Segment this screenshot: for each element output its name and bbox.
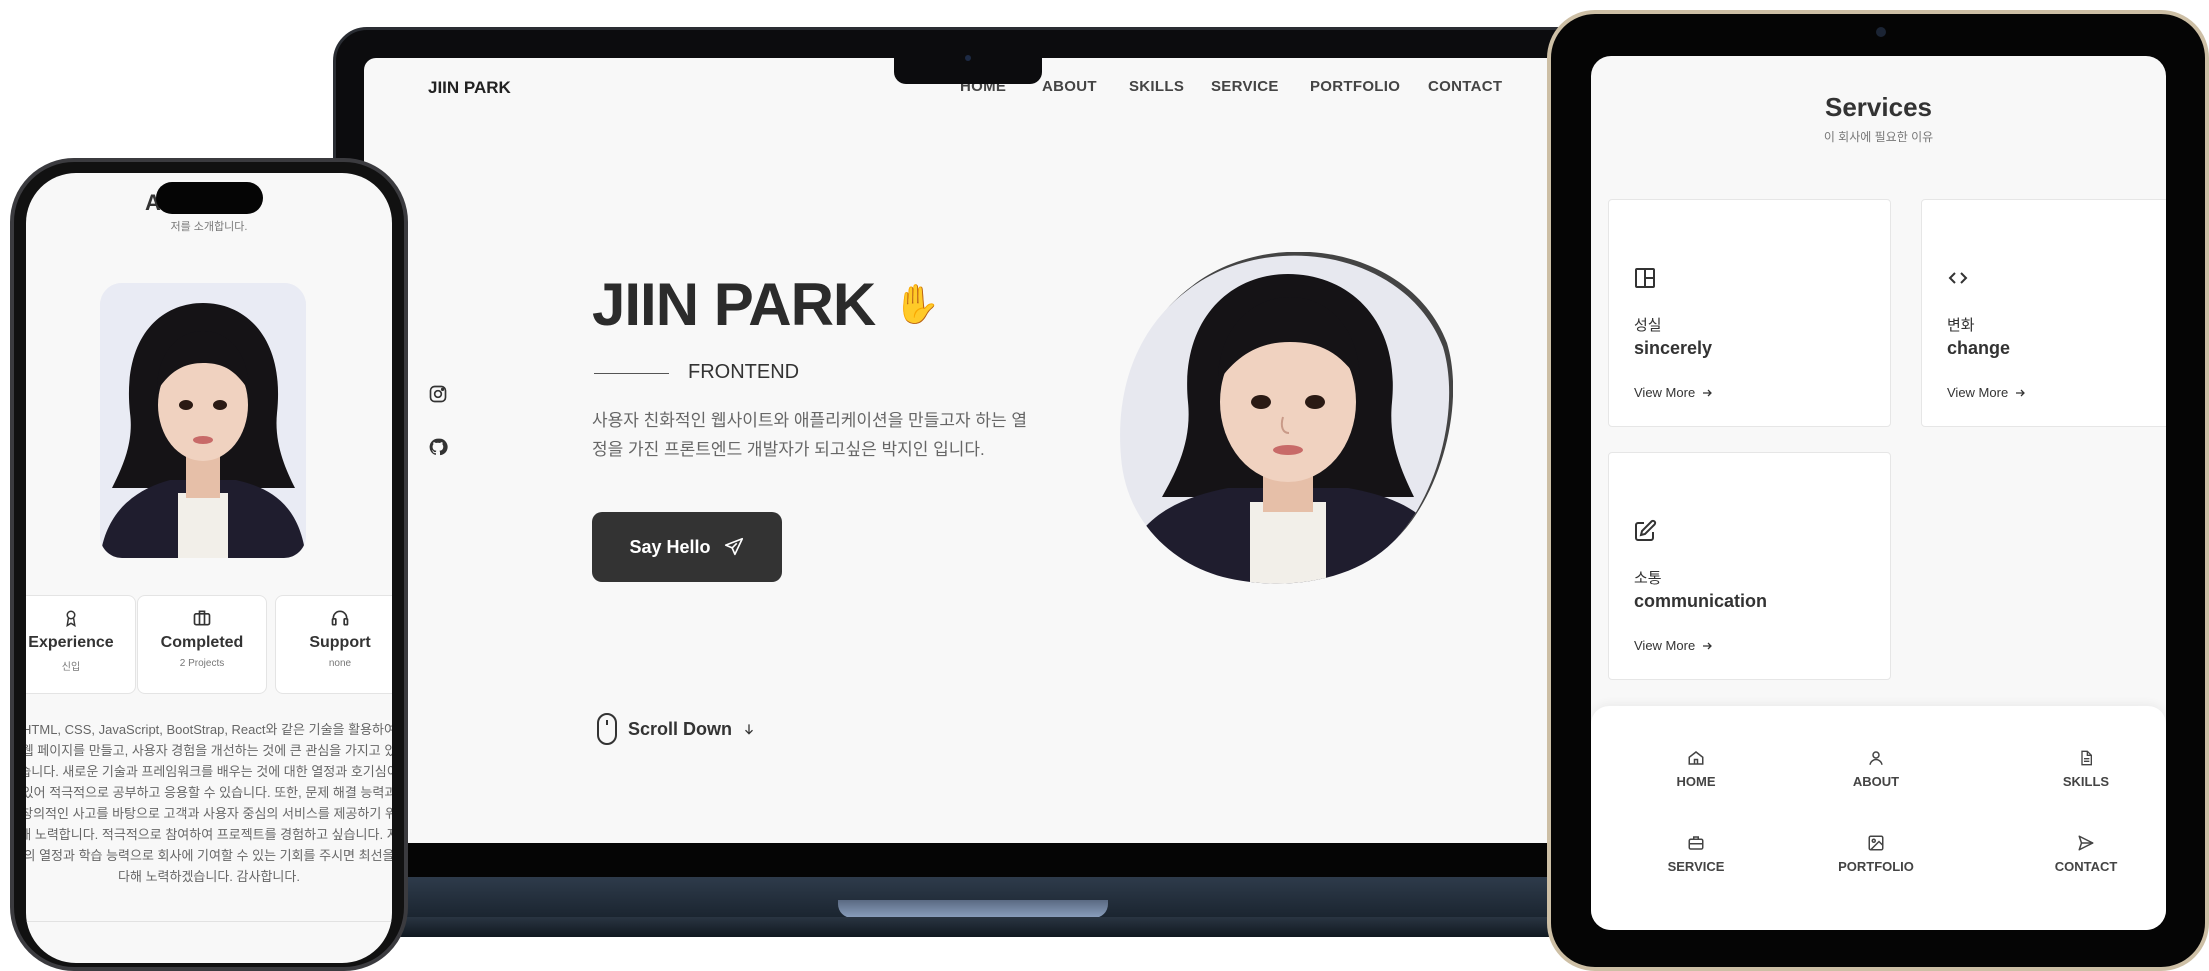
about-description: HTML, CSS, JavaScript, BootStrap, React와… bbox=[26, 722, 392, 884]
nav-skills-label: SKILLS bbox=[2062, 774, 2110, 789]
about-subtitle: 저를 소개합니다. bbox=[170, 221, 248, 233]
send-icon bbox=[724, 537, 743, 556]
hero-description: 사용자 친화적인 웹사이트와 애플리케이션을 만들고자 하는 열정을 가진 프론… bbox=[592, 411, 1027, 459]
scroll-down-label: Scroll Down bbox=[628, 718, 733, 739]
nav-contact[interactable]: CONTACT bbox=[2026, 831, 2146, 874]
briefcase-icon bbox=[1636, 831, 1756, 855]
site-logo[interactable]: JIIN PARK bbox=[428, 78, 511, 98]
hero-photo bbox=[1118, 251, 1454, 588]
service-en-label: communication bbox=[1634, 591, 1768, 611]
support-title: Support bbox=[309, 634, 371, 651]
completed-card: Completed 2 Projects bbox=[137, 595, 267, 694]
laptop-notch bbox=[894, 58, 1042, 84]
home-icon bbox=[1636, 746, 1756, 770]
scroll-down-link[interactable]: Scroll Down bbox=[596, 712, 756, 746]
service-kr-label: 변화 bbox=[1947, 317, 1975, 334]
services-subtitle: 이 회사에 필요한 이유 bbox=[1823, 130, 1934, 144]
user-icon bbox=[1816, 746, 1936, 770]
laptop-bottom bbox=[360, 917, 1590, 937]
arrow-right-icon bbox=[1703, 389, 1713, 396]
view-more-label: View More bbox=[1634, 638, 1696, 653]
say-hello-label: Say Hello bbox=[629, 536, 711, 557]
mouse-icon bbox=[597, 713, 617, 745]
service-kr-label: 성실 bbox=[1634, 317, 1662, 334]
experience-sub: 신입 bbox=[61, 662, 81, 673]
service-card-sincerely: 성실 sincerely View More bbox=[1608, 199, 1891, 427]
nav-about-label: ABOUT bbox=[1852, 774, 1900, 789]
bottom-nav-menu: HOME ABOUT SKILLS SERVICE PORTFOLIO CONT… bbox=[1591, 706, 2166, 930]
nav-skills[interactable]: SKILLS bbox=[2026, 746, 2146, 789]
role-divider bbox=[594, 373, 669, 374]
phone-screen: 저를 소개합니다. Experience 신입 Completed 2 Proj… bbox=[26, 173, 392, 963]
services-title: Services bbox=[1825, 92, 1932, 122]
nav-about[interactable]: ABOUT bbox=[1816, 746, 1936, 789]
file-icon bbox=[2026, 746, 2146, 770]
experience-title: Experience bbox=[28, 634, 114, 651]
tablet-screen: Services 이 회사에 필요한 이유 성실 sincerely View … bbox=[1591, 56, 2166, 930]
hand-icon: ✋ bbox=[893, 284, 941, 326]
view-more-link[interactable]: View More bbox=[1634, 638, 1713, 653]
image-icon bbox=[1816, 831, 1936, 855]
headset-icon bbox=[276, 608, 392, 630]
hero-name: JIIN PARK bbox=[592, 271, 876, 338]
view-more-label: View More bbox=[1947, 385, 2009, 400]
service-card-change: 변화 change View More bbox=[1921, 199, 2166, 427]
arrow-down-icon bbox=[745, 724, 753, 735]
award-icon bbox=[26, 608, 135, 630]
experience-card: Experience 신입 bbox=[26, 595, 136, 694]
service-kr-label: 소통 bbox=[1634, 570, 1662, 587]
nav-home[interactable]: HOME bbox=[1636, 746, 1756, 789]
nav-skills[interactable]: SKILLS bbox=[1129, 78, 1184, 95]
say-hello-button[interactable]: Say Hello bbox=[592, 512, 782, 582]
laptop-bezel bbox=[364, 843, 1574, 877]
laptop-groove bbox=[838, 900, 1108, 918]
view-more-label: View More bbox=[1634, 385, 1696, 400]
send-icon bbox=[2026, 831, 2146, 855]
dynamic-island bbox=[156, 182, 263, 214]
briefcase-icon bbox=[138, 608, 266, 630]
completed-sub: 2 Projects bbox=[179, 658, 225, 669]
section-divider bbox=[26, 921, 392, 922]
nav-contact[interactable]: CONTACT bbox=[1428, 78, 1502, 95]
edit-icon bbox=[1633, 519, 1657, 543]
camera-icon bbox=[965, 55, 971, 61]
profile-photo bbox=[100, 283, 306, 558]
nav-contact-label: CONTACT bbox=[2054, 859, 2118, 874]
arrow-right-icon bbox=[1703, 642, 1713, 649]
completed-title: Completed bbox=[160, 634, 244, 651]
camera-icon bbox=[1876, 27, 1886, 37]
support-sub: none bbox=[328, 658, 352, 669]
nav-home-label: HOME bbox=[1676, 774, 1716, 789]
nav-about[interactable]: ABOUT bbox=[1042, 78, 1097, 95]
github-icon[interactable] bbox=[428, 437, 448, 457]
instagram-icon[interactable] bbox=[428, 384, 448, 404]
service-card-communication: 소통 communication View More bbox=[1608, 452, 1891, 680]
nav-service[interactable]: SERVICE bbox=[1636, 831, 1756, 874]
view-more-link[interactable]: View More bbox=[1634, 385, 1713, 400]
view-more-link[interactable]: View More bbox=[1947, 385, 2026, 400]
hero-role: FRONTEND bbox=[688, 361, 800, 383]
arrow-right-icon bbox=[2016, 389, 2026, 396]
service-en-label: sincerely bbox=[1634, 338, 1713, 358]
support-card: Support none bbox=[275, 595, 392, 694]
service-en-label: change bbox=[1947, 338, 2011, 358]
nav-portfolio-label: PORTFOLIO bbox=[1838, 859, 1914, 874]
nav-service[interactable]: SERVICE bbox=[1211, 78, 1279, 95]
layout-icon bbox=[1633, 266, 1657, 290]
nav-portfolio[interactable]: PORTFOLIO bbox=[1310, 78, 1400, 95]
code-icon bbox=[1946, 266, 1970, 290]
nav-service-label: SERVICE bbox=[1667, 859, 1725, 874]
nav-portfolio[interactable]: PORTFOLIO bbox=[1816, 831, 1936, 874]
